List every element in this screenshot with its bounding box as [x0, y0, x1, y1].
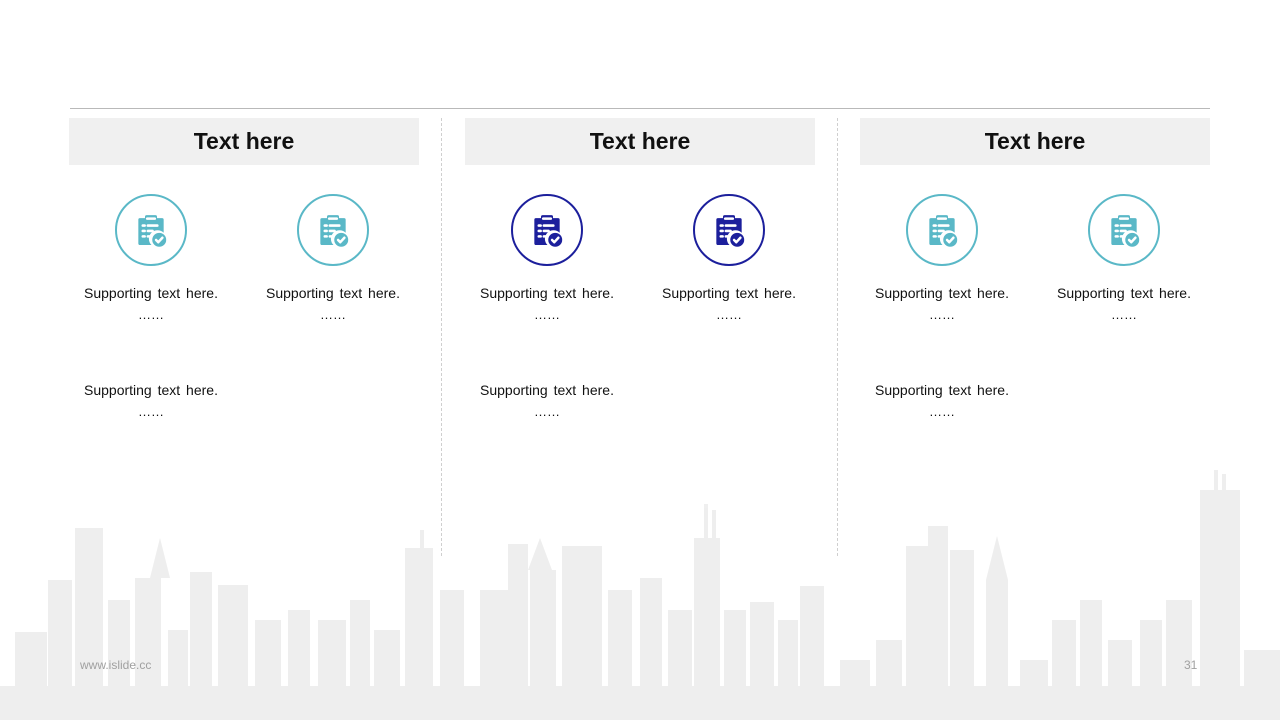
list-item: Supporting text here. ……	[860, 194, 1024, 321]
supporting-text: Supporting text here.	[875, 285, 1009, 301]
column-3: Text here Supporting text here. …… Suppo…	[860, 118, 1210, 448]
ellipsis-text: ……	[534, 404, 560, 419]
ellipsis-text: ……	[138, 404, 164, 419]
column-title: Text here	[69, 118, 419, 165]
list-item: Supporting text here. ……	[1042, 194, 1206, 321]
list-item: Supporting text here. ……	[251, 194, 415, 321]
ellipsis-text: ……	[929, 307, 955, 322]
page-number: 31	[1184, 658, 1198, 672]
column-2: Text here Supporting text here. …… Suppo…	[465, 118, 815, 448]
column-divider	[441, 118, 442, 556]
supporting-text: Supporting text here.	[84, 382, 218, 398]
list-item: Supporting text here. ……	[69, 382, 233, 418]
clipboard-check-icon	[115, 194, 187, 266]
column-title: Text here	[860, 118, 1210, 165]
supporting-text: Supporting text here.	[1057, 285, 1191, 301]
ellipsis-text: ……	[1111, 307, 1137, 322]
supporting-text: Supporting text here.	[84, 285, 218, 301]
clipboard-check-icon	[693, 194, 765, 266]
clipboard-check-icon	[511, 194, 583, 266]
supporting-text: Supporting text here.	[662, 285, 796, 301]
skyline-background	[0, 470, 1280, 720]
list-item: Supporting text here. ……	[860, 382, 1024, 418]
clipboard-check-icon	[906, 194, 978, 266]
ellipsis-text: ……	[929, 404, 955, 419]
column-title: Text here	[465, 118, 815, 165]
ellipsis-text: ……	[716, 307, 742, 322]
list-item: Supporting text here. ……	[465, 194, 629, 321]
clipboard-check-icon	[1088, 194, 1160, 266]
supporting-text: Supporting text here.	[480, 285, 614, 301]
list-item: Supporting text here. ……	[647, 194, 811, 321]
supporting-text: Supporting text here.	[875, 382, 1009, 398]
clipboard-check-icon	[297, 194, 369, 266]
footer-url[interactable]: www.islide.cc	[80, 658, 151, 672]
supporting-text: Supporting text here.	[266, 285, 400, 301]
ellipsis-text: ……	[138, 307, 164, 322]
supporting-text: Supporting text here.	[480, 382, 614, 398]
list-item: Supporting text here. ……	[465, 382, 629, 418]
list-item: Supporting text here. ……	[69, 194, 233, 321]
column-divider	[837, 118, 838, 556]
ellipsis-text: ……	[320, 307, 346, 322]
ellipsis-text: ……	[534, 307, 560, 322]
top-rule	[70, 108, 1210, 109]
column-1: Text here Supporting text here. …… Suppo…	[69, 118, 419, 448]
